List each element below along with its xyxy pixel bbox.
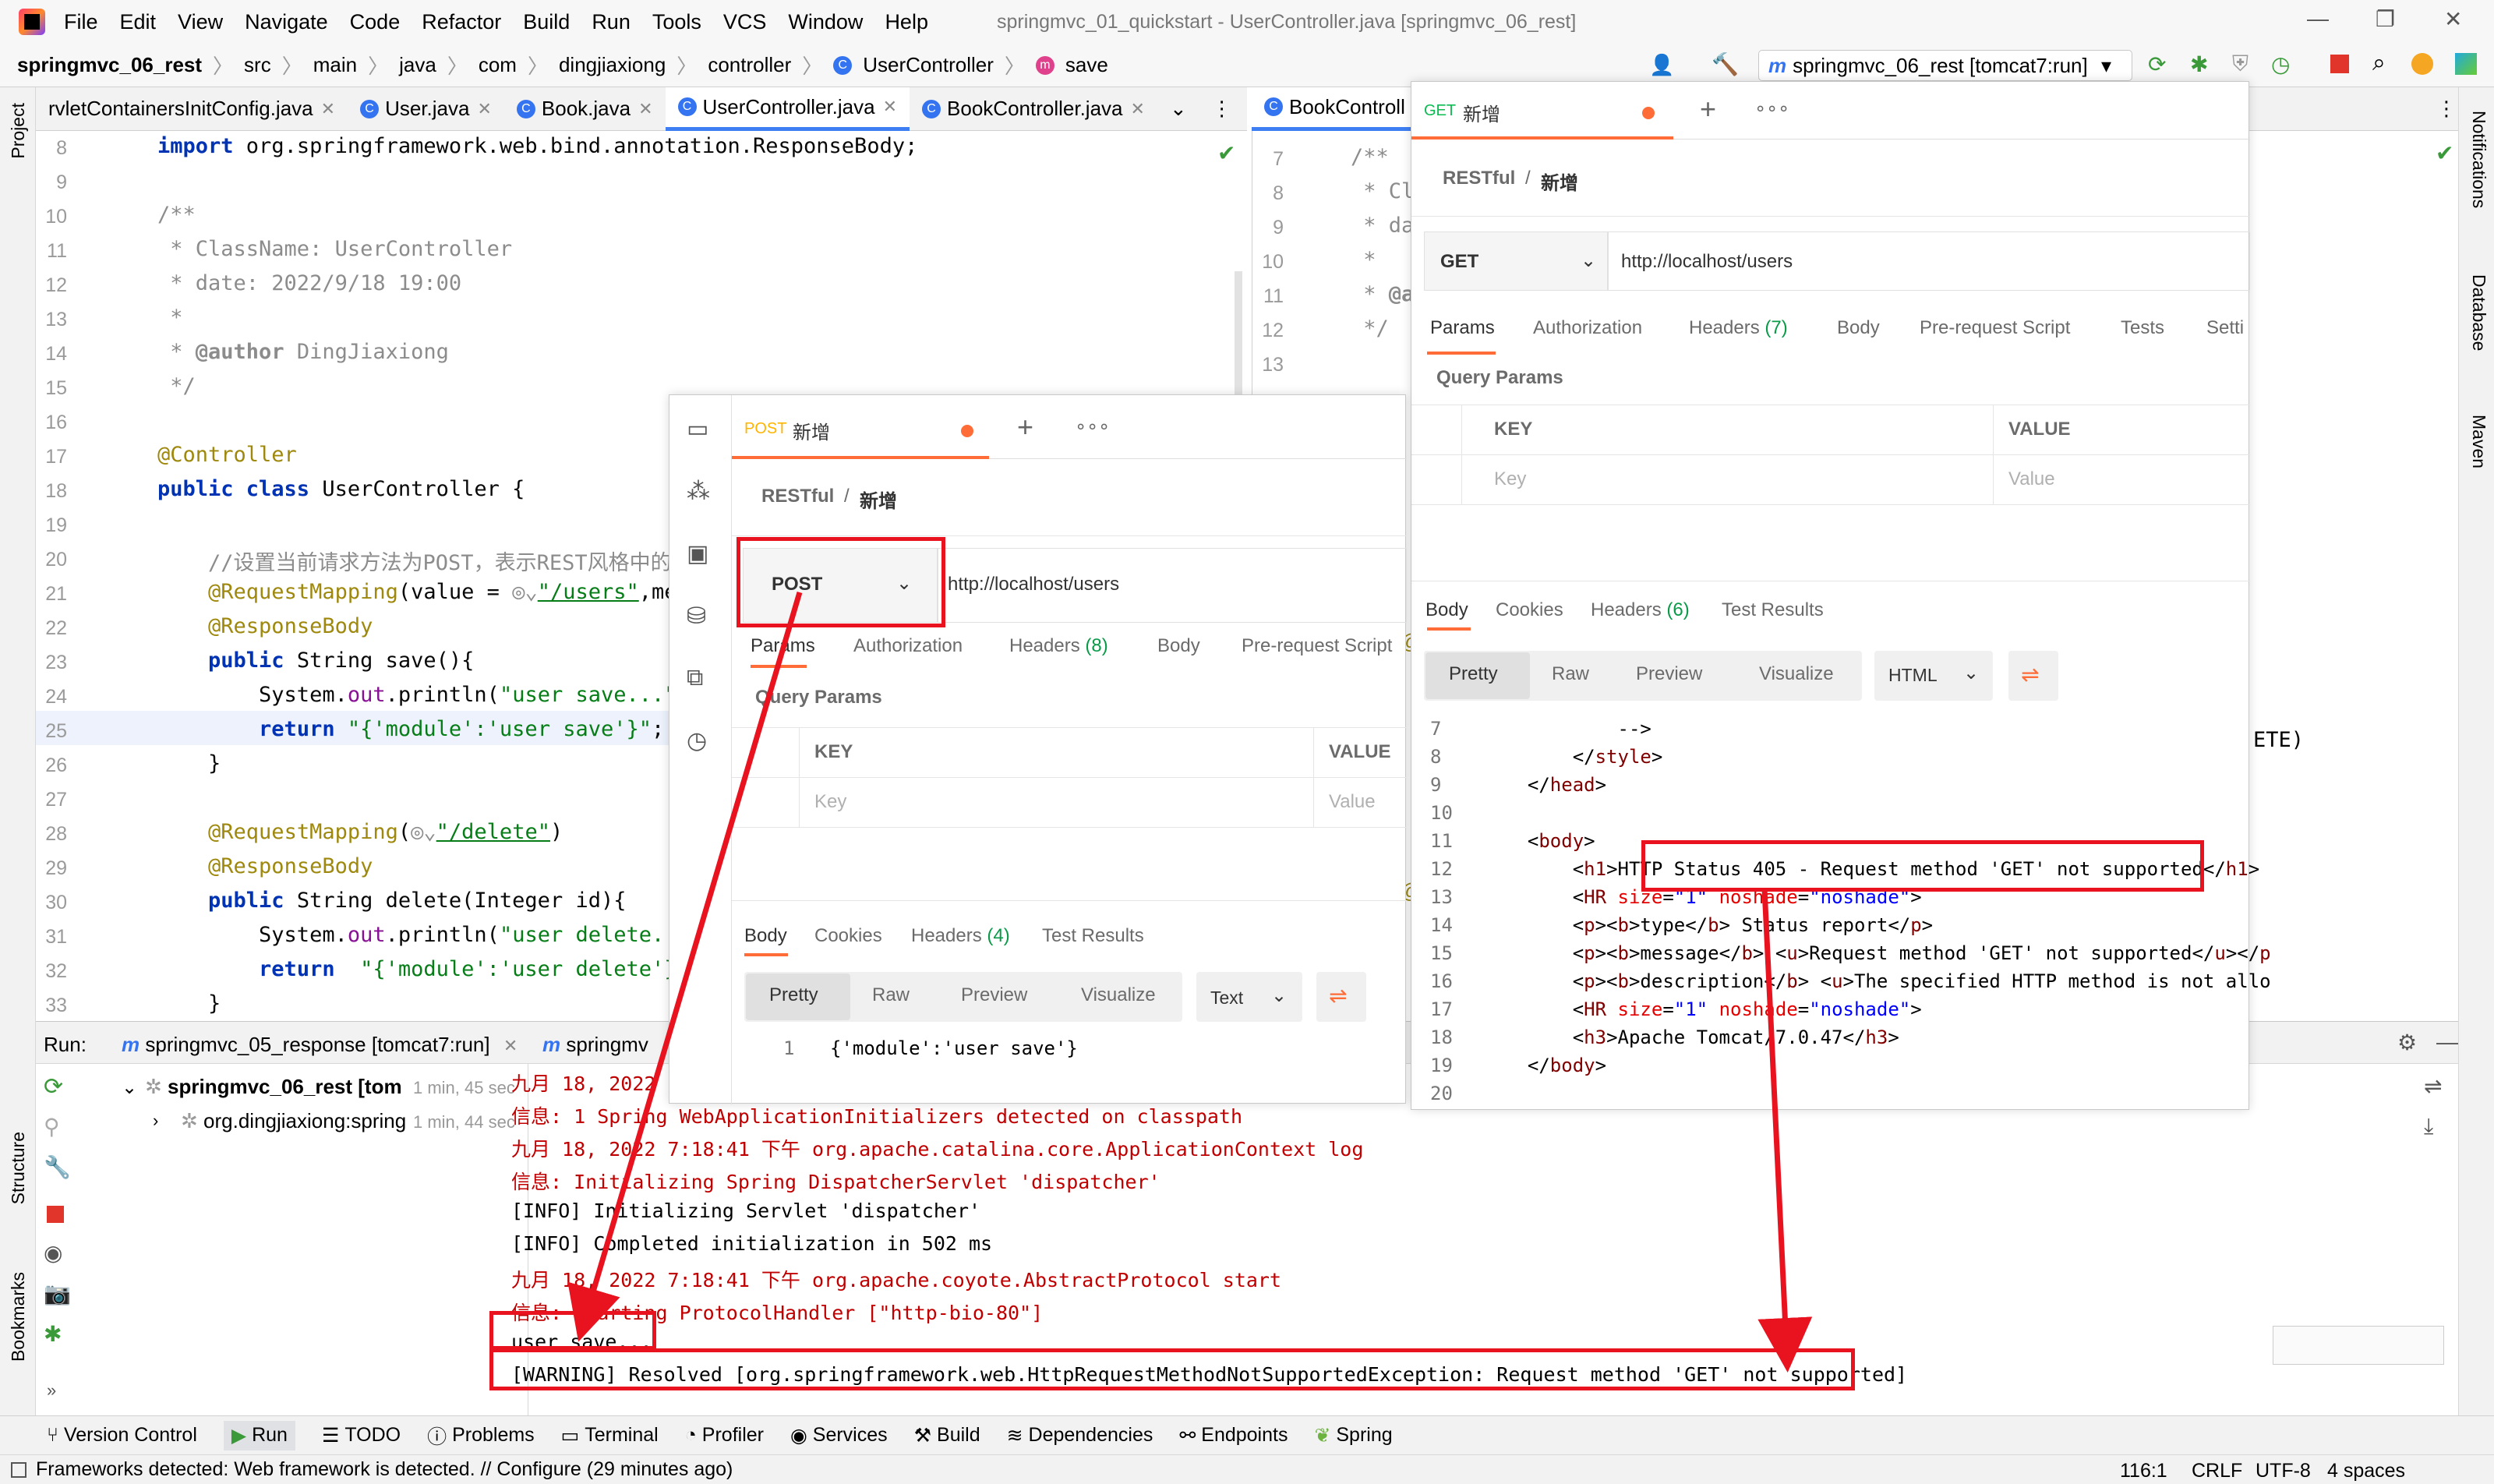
layers-icon: ≋ bbox=[1006, 1424, 1023, 1447]
tool-window-bar: ⑂ Version Control ▶ Run ☰ TODO ⓘ Problem… bbox=[0, 1415, 2494, 1454]
tw-todo[interactable]: ☰ TODO bbox=[322, 1424, 401, 1447]
endpoints-icon: ⚯ bbox=[1179, 1424, 1196, 1447]
file-encoding[interactable]: UTF-8 bbox=[2256, 1460, 2311, 1482]
tw-run[interactable]: ▶ Run bbox=[223, 1420, 295, 1450]
arrow-post-to-log bbox=[567, 592, 803, 1342]
tw-spring[interactable]: ❦ Spring bbox=[1314, 1424, 1392, 1447]
status-message[interactable]: Frameworks detected: Web framework is de… bbox=[36, 1458, 733, 1481]
tw-terminal[interactable]: ▭ Terminal bbox=[561, 1424, 659, 1447]
tw-services[interactable]: ◉ Services bbox=[790, 1424, 888, 1447]
caret-position[interactable]: 116:1 bbox=[2120, 1460, 2167, 1482]
list-icon: ☰ bbox=[321, 1424, 340, 1447]
info-icon: ⓘ bbox=[427, 1426, 447, 1448]
annotation-arrows bbox=[567, 592, 1813, 1373]
tw-profiler[interactable]: ◔ Profiler bbox=[685, 1424, 764, 1447]
frameworks-icon bbox=[11, 1461, 26, 1478]
run-icon: ▶ bbox=[231, 1424, 247, 1447]
tw-build[interactable]: ⚒ Build bbox=[914, 1424, 980, 1447]
tw-version-control[interactable]: ⑂ Version Control bbox=[47, 1424, 197, 1447]
status-bar: Frameworks detected: Web framework is de… bbox=[0, 1454, 2494, 1484]
profiler-icon: ◔ bbox=[684, 1424, 697, 1446]
tw-problems[interactable]: ⓘ Problems bbox=[427, 1422, 535, 1450]
services-icon: ◉ bbox=[790, 1424, 807, 1447]
spring-leaf-icon: ❦ bbox=[1314, 1424, 1331, 1447]
arrow-405-to-warning bbox=[1757, 888, 1813, 1373]
indent-setting[interactable]: 4 spaces bbox=[2327, 1460, 2405, 1482]
hammer-icon: ⚒ bbox=[913, 1424, 932, 1447]
tw-endpoints[interactable]: ⚯ Endpoints bbox=[1179, 1424, 1288, 1447]
line-separator[interactable]: CRLF bbox=[2192, 1460, 2242, 1482]
branch-icon: ⑂ bbox=[47, 1424, 59, 1446]
terminal-icon: ▭ bbox=[560, 1424, 580, 1447]
tw-dependencies[interactable]: ≋ Dependencies bbox=[1007, 1424, 1153, 1447]
